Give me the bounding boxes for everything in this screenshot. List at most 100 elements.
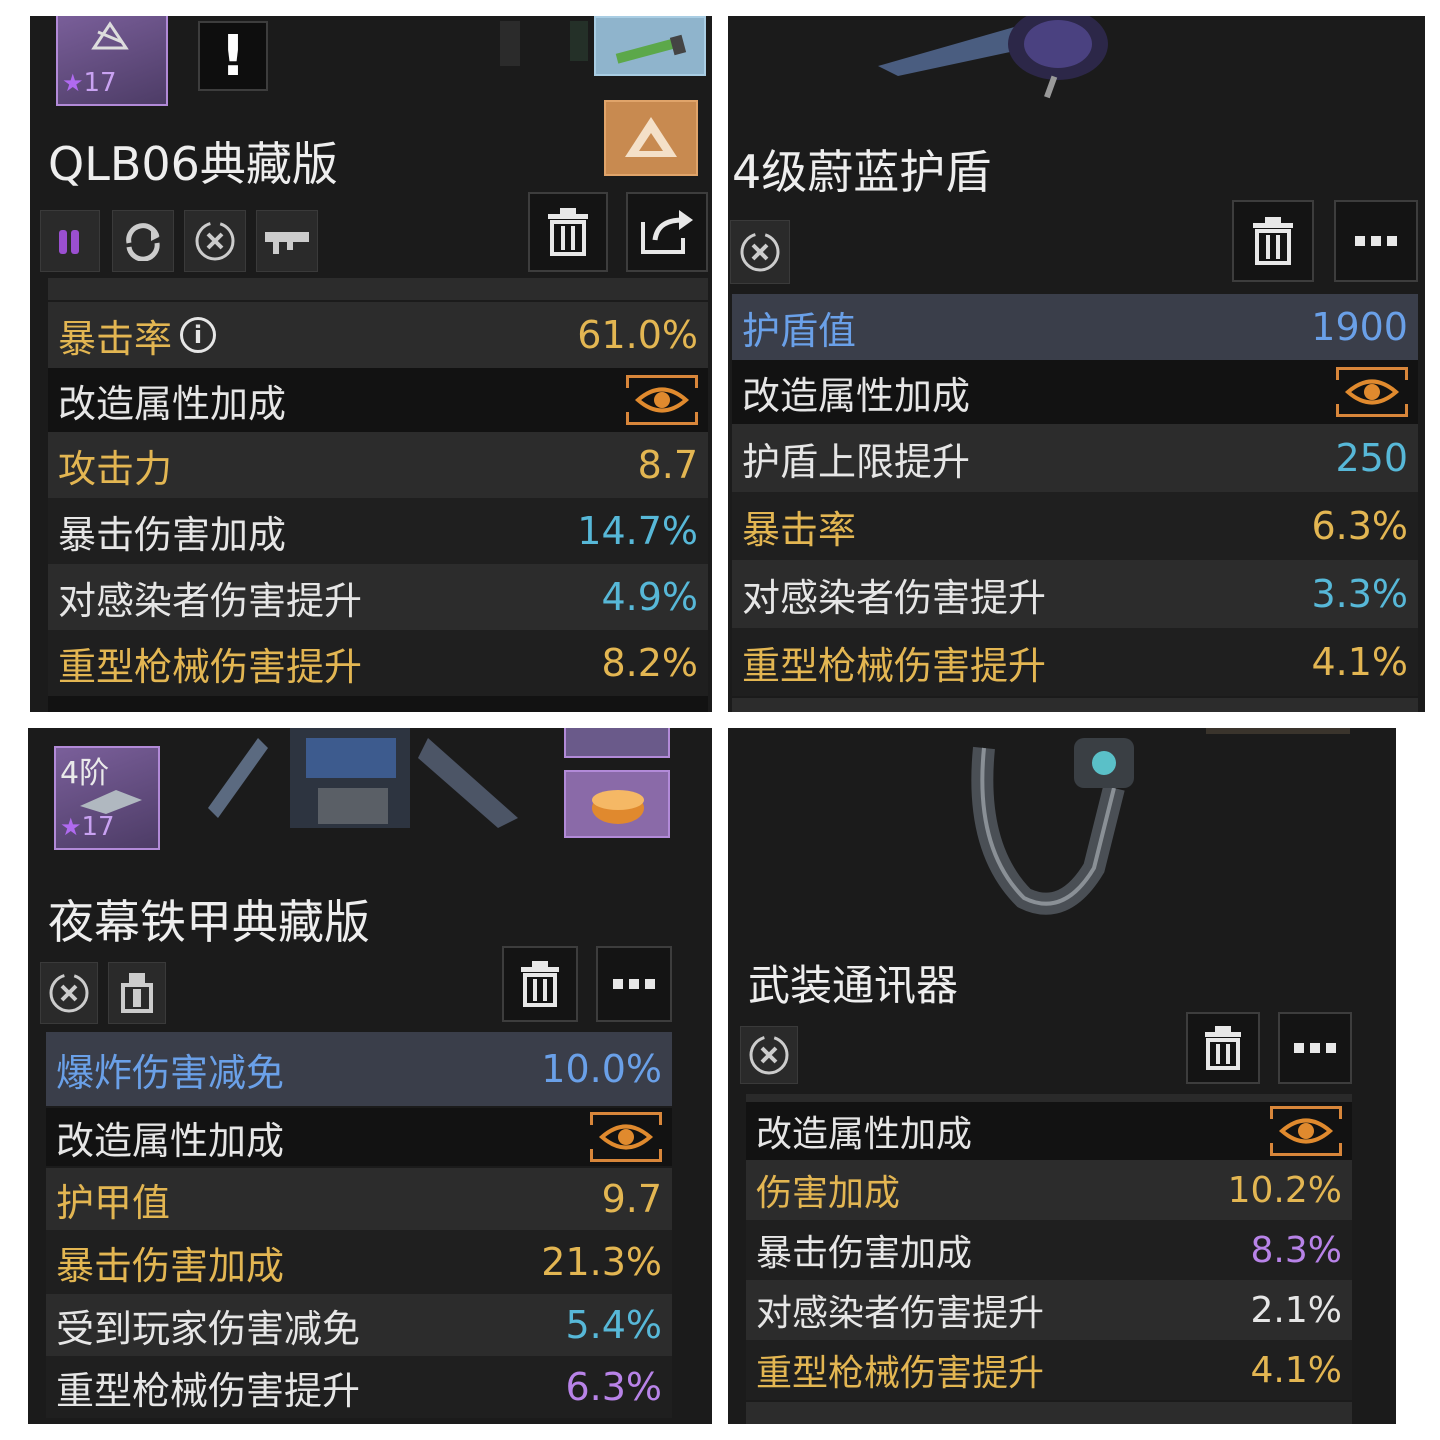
trash-button[interactable] — [1232, 200, 1314, 282]
trash-button[interactable] — [528, 192, 608, 272]
stat-label: 对感染者伤害提升 — [756, 1293, 1045, 1334]
stat-label: 对感染者伤害提升 — [742, 575, 1047, 620]
stat-value: 6.3% — [1311, 504, 1408, 548]
more-icon — [1294, 1043, 1336, 1053]
stat-row: 暴击伤害加成 21.3% — [46, 1230, 672, 1294]
stat-value: 1900 — [1311, 305, 1408, 349]
trash-icon — [548, 208, 588, 256]
more-button[interactable] — [1278, 1012, 1352, 1084]
stat-label: 重型枪械伤害提升 — [58, 644, 363, 689]
stat-value: 250 — [1335, 436, 1408, 480]
eye-toggle-button[interactable] — [1335, 367, 1409, 417]
stat-row: 爆炸伤害减免 10.0% — [46, 1032, 672, 1106]
stat-label: 暴击率 — [742, 507, 857, 552]
stat-label: 重型枪械伤害提升 — [742, 643, 1047, 688]
stat-value: 21.3% — [541, 1240, 662, 1284]
stat-row: 护甲值 9.7 — [46, 1168, 672, 1230]
ammo-icon[interactable] — [40, 210, 100, 272]
stat-value: 4.1% — [1311, 640, 1408, 684]
more-button[interactable] — [596, 946, 672, 1022]
item-panel-communicator: 武装通讯器 改造属性加成 伤害加成 10.2% 暴击伤害加成 8.3% 对感染者… — [728, 728, 1396, 1424]
eye-icon — [634, 387, 690, 413]
item-title: 夜幕铁甲典藏版 — [48, 895, 370, 949]
info-icon[interactable]: i — [180, 317, 217, 353]
eye-toggle-button[interactable] — [625, 375, 699, 425]
stat-row: 暴击伤害加成 14.7% — [48, 498, 708, 564]
cancel-icon[interactable] — [184, 210, 246, 272]
communicator-art — [954, 728, 1174, 918]
stat-row: 对感染者伤害提升 3.3% — [732, 560, 1418, 628]
stat-label: 受到玩家伤害减免 — [56, 1306, 361, 1351]
item-thumbnail[interactable]: 4阶 ★17 — [54, 746, 160, 850]
star-icon: ★ — [60, 813, 82, 841]
stat-label: 护盾值 — [742, 308, 857, 353]
star-level: ★17 — [60, 812, 115, 842]
header-label: 改造属性加成 — [756, 1114, 973, 1155]
stat-label: 暴击伤害加成 — [58, 512, 287, 557]
stat-value: 9.7 — [601, 1177, 662, 1221]
more-button[interactable] — [1334, 200, 1418, 282]
stat-row: 重型枪械伤害提升 8.2% — [48, 630, 708, 696]
trash-button[interactable] — [1186, 1012, 1260, 1084]
armor-art — [198, 728, 528, 838]
item-title: 武装通讯器 — [748, 961, 959, 1010]
stat-label: 暴击率 — [58, 316, 173, 361]
cancel-icon[interactable] — [40, 962, 98, 1024]
attachment-slot[interactable] — [594, 16, 706, 76]
header-label: 改造属性加成 — [56, 1118, 285, 1163]
alert-icon: ! — [220, 23, 246, 89]
stat-row: 暴击伤害加成 8.3% — [746, 1220, 1352, 1280]
stat-row: 暴击率 6.3% — [732, 492, 1418, 560]
stat-value: 8.2% — [601, 641, 698, 685]
stat-value: 61.0% — [577, 313, 698, 357]
stat-label: 攻击力 — [58, 446, 173, 491]
divider — [746, 1094, 1352, 1102]
stat-value: 5.4% — [565, 1303, 662, 1347]
cutoff-row — [732, 698, 1418, 712]
shield-art — [878, 16, 1238, 106]
armor-icon[interactable] — [108, 962, 166, 1024]
stat-value: 3.3% — [1311, 572, 1408, 616]
eye-icon — [598, 1124, 654, 1150]
stat-value: 8.3% — [1250, 1229, 1342, 1271]
item-title: QLB06典藏版 — [48, 137, 338, 191]
eye-toggle-button[interactable] — [589, 1112, 663, 1162]
reload-icon[interactable] — [112, 210, 174, 272]
header-label: 改造属性加成 — [58, 381, 287, 426]
attachment-slot — [564, 728, 670, 758]
stat-label: 护盾上限提升 — [742, 439, 971, 484]
top-bar — [1206, 728, 1350, 734]
alert-badge[interactable]: ! — [198, 21, 268, 91]
stat-value: 10.2% — [1227, 1169, 1342, 1211]
trash-button[interactable] — [502, 946, 578, 1022]
stat-row: 伤害加成 10.2% — [746, 1160, 1352, 1220]
stat-label: 暴击伤害加成 — [756, 1233, 973, 1274]
stat-value: 2.1% — [1250, 1289, 1342, 1331]
stat-value: 8.7 — [637, 443, 698, 487]
star-icon: ★ — [62, 69, 84, 97]
syringe-icon — [615, 34, 687, 64]
stat-label: 暴击伤害加成 — [56, 1243, 285, 1288]
share-button[interactable] — [626, 192, 708, 272]
rarity-tag[interactable] — [604, 100, 698, 176]
triangle-logo-icon — [625, 117, 677, 157]
stat-label: 爆炸伤害减免 — [56, 1050, 285, 1095]
stat-value: 10.0% — [541, 1047, 662, 1091]
trash-icon — [1205, 1026, 1241, 1070]
container-icon — [592, 790, 644, 824]
attachment-slot[interactable] — [564, 770, 670, 838]
modification-header: 改造属性加成 — [732, 360, 1418, 424]
stat-row: 受到玩家伤害减免 5.4% — [46, 1294, 672, 1356]
item-thumbnail[interactable]: ★17 — [56, 16, 168, 106]
scope-icon[interactable] — [256, 210, 318, 272]
cancel-icon[interactable] — [730, 220, 790, 284]
stat-row: 对感染者伤害提升 2.1% — [746, 1280, 1352, 1340]
stat-value: 14.7% — [577, 509, 698, 553]
eye-toggle-button[interactable] — [1269, 1106, 1343, 1156]
stat-value: 4.1% — [1250, 1349, 1342, 1391]
item-panel-qlb06: ★17 ! QLB06典藏版 暴击率 i 61.0% 改造属性加成 攻击力 8.… — [30, 16, 712, 712]
stat-row: 护盾上限提升 250 — [732, 424, 1418, 492]
trash-icon — [1253, 217, 1293, 265]
cancel-icon[interactable] — [740, 1026, 798, 1084]
cutoff-row — [48, 278, 708, 300]
